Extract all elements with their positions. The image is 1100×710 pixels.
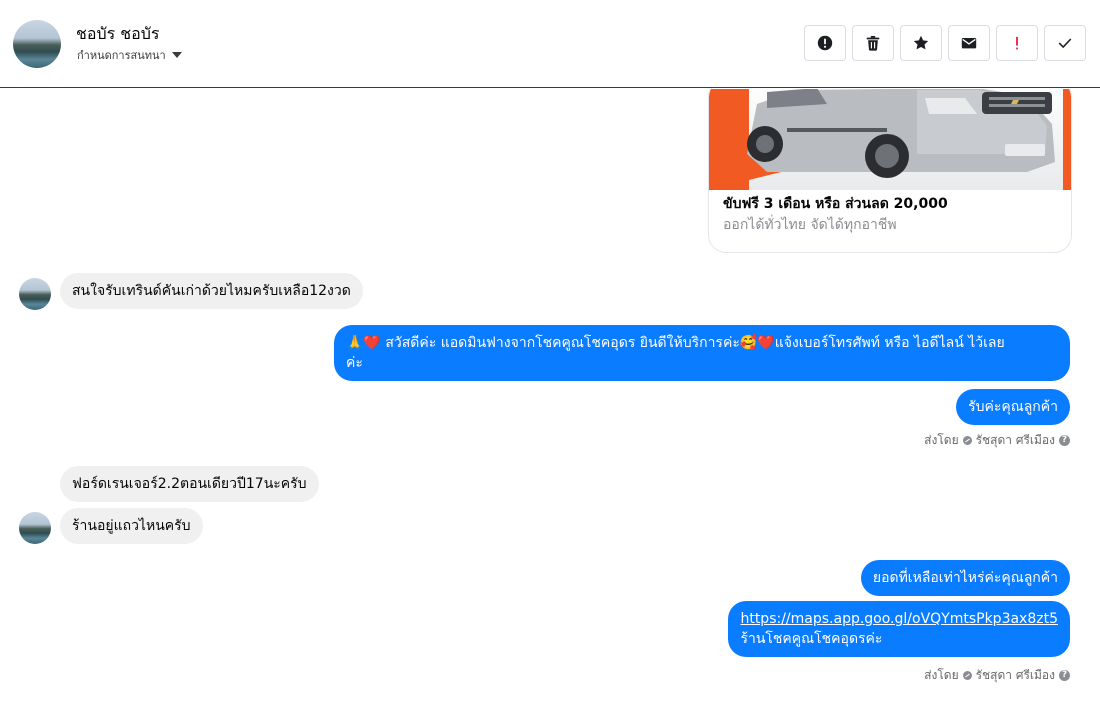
- conversation-header: ชอบัร ชอบัร กำหนดการสนทนา: [0, 0, 1100, 88]
- mark-unread-button[interactable]: [948, 25, 990, 61]
- message-line: ค่ะ: [346, 355, 363, 371]
- message-line: ร้านโชคคูณโชคอุดรค่ะ: [740, 631, 883, 647]
- follow-up-button[interactable]: [996, 25, 1038, 61]
- exclamation-icon: [1016, 36, 1018, 50]
- incoming-message[interactable]: สนใจรับเทรินด์คันเก่าด้วยไหมครับเหลือ12ง…: [60, 273, 363, 309]
- agent-status-icon: [962, 671, 972, 680]
- alert-circle-icon: [817, 35, 833, 51]
- check-icon: [1058, 38, 1072, 48]
- contact-name[interactable]: ชอบัร ชอบัร: [76, 22, 160, 47]
- conversation-settings-dropdown[interactable]: กำหนดการสนทนา: [77, 46, 182, 64]
- help-icon[interactable]: ?: [1059, 670, 1070, 681]
- message-line: 🙏❤️ สวัสดีค่ะ แอดมินฟางจากโชคคูณโชคอุดร …: [346, 335, 1005, 351]
- ad-card-title: ขับฟรี 3 เดือน หรือ ส่วนลด 20,000: [723, 196, 948, 212]
- sent-by-label: ส่งโดย: [924, 668, 959, 682]
- sent-by-info: ส่งโดย รัชสุดา ศรีเมือง ?: [924, 666, 1070, 685]
- caret-down-icon: [171, 52, 182, 58]
- envelope-icon: [961, 38, 977, 49]
- sent-by-agent: รัชสุดา ศรีเมือง: [975, 668, 1055, 682]
- spam-button[interactable]: [804, 25, 846, 61]
- maps-link[interactable]: https://maps.app.goo.gl/oVQYmtsPkp3ax8zt…: [740, 611, 1058, 627]
- sent-by-info: ส่งโดย รัชสุดา ศรีเมือง ?: [924, 431, 1070, 450]
- outgoing-message[interactable]: https://maps.app.goo.gl/oVQYmtsPkp3ax8zt…: [728, 601, 1070, 657]
- ad-image: [709, 89, 1071, 190]
- contact-avatar[interactable]: [13, 20, 61, 68]
- incoming-message[interactable]: ฟอร์ดเรนเจอร์2.2ตอนเดียวปี17นะครับ: [60, 466, 319, 502]
- ad-card-subtitle: ออกได้ทั่วไทย จัดได้ทุกอาชีพ: [723, 217, 897, 233]
- trash-icon: [866, 35, 880, 51]
- message-thread: ขับฟรี 3 เดือน หรือ ส่วนลด 20,000 ออกได้…: [0, 89, 1100, 710]
- conversation-settings-label: กำหนดการสนทนา: [77, 49, 166, 62]
- outgoing-message[interactable]: รับค่ะคุณลูกค้า: [956, 389, 1070, 425]
- star-icon: [913, 35, 929, 50]
- contact-avatar-small: [19, 278, 51, 310]
- outgoing-message[interactable]: 🙏❤️ สวัสดีค่ะ แอดมินฟางจากโชคคูณโชคอุดร …: [334, 325, 1070, 381]
- done-button[interactable]: [1044, 25, 1086, 61]
- incoming-message[interactable]: ร้านอยู่แถวไหนครับ: [60, 508, 203, 544]
- help-icon[interactable]: ?: [1059, 435, 1070, 446]
- sent-by-agent: รัชสุดา ศรีเมือง: [975, 433, 1055, 447]
- star-button[interactable]: [900, 25, 942, 61]
- agent-status-icon: [962, 436, 972, 445]
- ad-card[interactable]: ขับฟรี 3 เดือน หรือ ส่วนลด 20,000 ออกได้…: [708, 89, 1072, 253]
- pickup-truck-image: [747, 89, 1055, 178]
- sent-by-label: ส่งโดย: [924, 433, 959, 447]
- contact-avatar-small: [19, 512, 51, 544]
- outgoing-message[interactable]: ยอดที่เหลือเท่าไหร่ค่ะคุณลูกค้า: [860, 560, 1070, 596]
- header-actions: [804, 25, 1086, 61]
- delete-button[interactable]: [852, 25, 894, 61]
